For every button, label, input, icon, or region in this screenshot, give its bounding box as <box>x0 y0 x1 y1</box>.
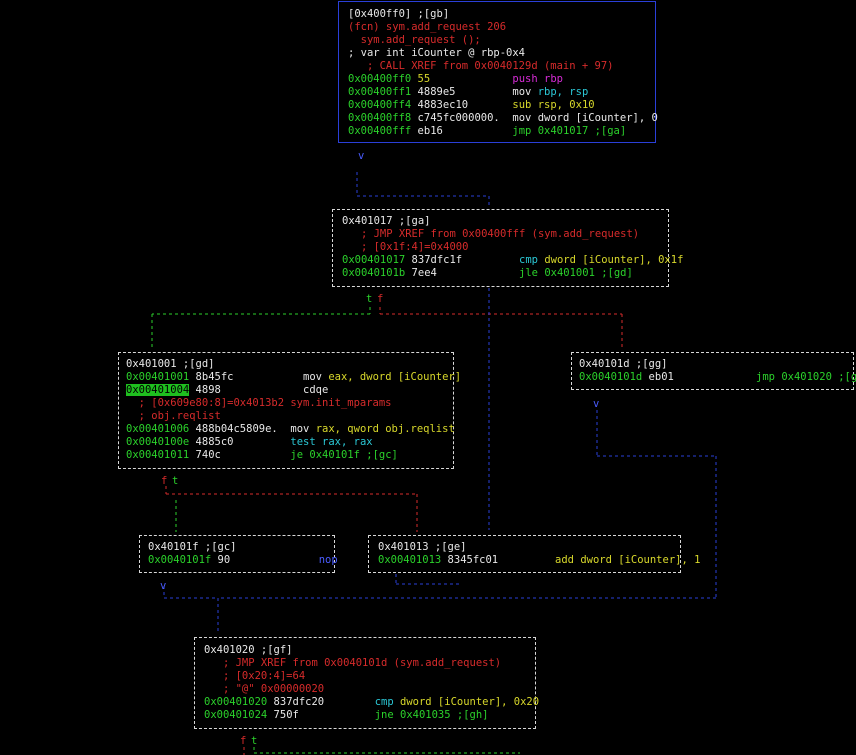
block-header: 0x40101f ;[gc] <box>148 541 237 553</box>
xref-comment: ; JMP XREF from 0x00400fff (sym.add_requ… <box>342 228 640 240</box>
string-comment: ; "@" 0x00000020 <box>204 683 325 695</box>
block-gg[interactable]: 0x40101d ;[gg] 0x0040101d eb01 jmp 0x401… <box>571 352 856 390</box>
edge-label-false: f <box>161 475 168 487</box>
instruction-row[interactable]: 0x0040101b 7ee4 jle 0x401001 ;[gd] <box>342 267 668 280</box>
edge-ga-gd <box>151 307 371 350</box>
edge-ge-ga-bottom <box>395 574 459 585</box>
instruction-row[interactable]: 0x00401001 8b45fc mov eax, dword [iCount… <box>126 371 461 384</box>
block-gc[interactable]: 0x40101f ;[gc] 0x0040101f 90 nop <box>139 535 338 573</box>
function-name: (fcn) sym.add_request 206 <box>348 21 507 33</box>
instruction-row[interactable]: 0x0040100e 4885c0 test rax, rax <box>126 436 453 449</box>
symbol-comment: ; obj.reqlist <box>126 410 221 422</box>
block-gd[interactable]: 0x401001 ;[gd] 0x00401001 8b45fc mov eax… <box>118 352 461 469</box>
edge-label-true: t <box>251 735 258 747</box>
edge-ga-gg <box>379 307 623 350</box>
block-header: 0x401013 ;[ge] <box>378 541 467 553</box>
function-signature: sym.add_request (); <box>348 34 481 46</box>
block-header: 0x401020 ;[gf] <box>204 644 293 656</box>
value-comment: ; [0x609e80:8]=0x4013b2 sym.init_mparams <box>126 397 392 409</box>
edge-gd-gc <box>165 486 418 532</box>
block-header: 0x401017 ;[ga] <box>342 215 431 227</box>
var-declaration: ; var int iCounter @ rbp-0x4 <box>348 47 526 59</box>
value-comment: ; [0x1f:4]=0x4000 <box>342 241 469 253</box>
xref-comment: ; CALL XREF from 0x0040129d (main + 97) <box>348 60 614 72</box>
block-header: 0x40101d ;[gg] <box>579 358 668 370</box>
arrow-down-icon: v <box>160 580 167 592</box>
block-ge[interactable]: 0x401013 ;[ge] 0x00401013 8345fc01 add d… <box>368 535 700 573</box>
instruction-row[interactable]: 0x00401020 837dfc20 cmp dword [iCounter]… <box>204 696 539 709</box>
block-header: [0x400ff0] ;[gb] <box>348 8 450 20</box>
instruction-row[interactable]: 0x00400ff0 55 push rbp <box>348 73 655 86</box>
instruction-row-selected[interactable]: 0x00401004 4898 cdqe <box>126 384 453 397</box>
edge-label-true: t <box>172 475 179 487</box>
value-comment: ; [0x20:4]=64 <box>204 670 306 682</box>
instruction-row[interactable]: 0x00400ff4 4883ec10 sub rsp, 0x10 <box>348 99 655 112</box>
instruction-row[interactable]: 0x00401017 837dfc1f cmp dword [iCounter]… <box>342 254 683 267</box>
instruction-row[interactable]: 0x00400fff eb16 jmp 0x401017 ;[ga] <box>348 125 655 138</box>
instruction-row[interactable]: 0x00400ff1 4889e5 mov rbp, rsp <box>348 86 655 99</box>
edge-gc-gf <box>163 586 219 634</box>
instruction-row[interactable]: 0x00401013 8345fc01 add dword [iCounter]… <box>378 554 700 567</box>
xref-comment: ; JMP XREF from 0x0040101d (sym.add_requ… <box>204 657 502 669</box>
instruction-row[interactable]: 0x0040101d eb01 jmp 0x401020 ;[gf] <box>579 371 856 384</box>
instruction-row[interactable]: 0x00401024 750f jne 0x401035 ;[gh] <box>204 709 535 722</box>
edge-gf-out <box>243 747 520 755</box>
instruction-row[interactable]: 0x00401006 488b04c5809e. mov rax, qword … <box>126 423 455 436</box>
arrow-down-icon: v <box>358 150 365 162</box>
instruction-row[interactable]: 0x00401011 740c je 0x40101f ;[gc] <box>126 449 453 462</box>
edge-label-false: f <box>240 735 247 747</box>
edge-gb-ga <box>356 172 490 208</box>
arrow-down-icon: v <box>593 398 600 410</box>
edge-label-false: f <box>377 293 384 305</box>
block-ga[interactable]: 0x401017 ;[ga] ; JMP XREF from 0x00400ff… <box>332 209 683 287</box>
edge-label-true: t <box>366 293 373 305</box>
instruction-row[interactable]: 0x0040101f 90 nop <box>148 554 338 567</box>
block-header: 0x401001 ;[gd] <box>126 358 215 370</box>
block-gf[interactable]: 0x401020 ;[gf] ; JMP XREF from 0x0040101… <box>194 637 539 729</box>
instruction-row[interactable]: 0x00400ff8 c745fc000000. mov dword [iCou… <box>348 112 658 125</box>
block-gb[interactable]: [0x400ff0] ;[gb] (fcn) sym.add_request 2… <box>338 1 658 143</box>
